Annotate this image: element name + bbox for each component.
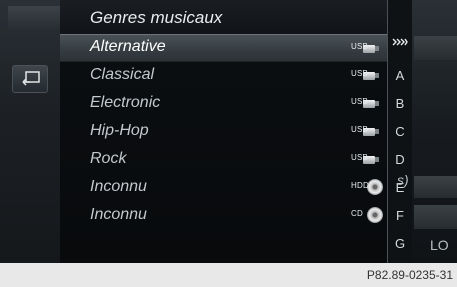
disc-source-icon: HDD [351,179,383,195]
genre-list-item[interactable]: Hip-Hop USB [60,118,387,146]
disc-icon [367,179,383,195]
genre-label: Inconnu [90,178,147,195]
genre-label: Inconnu [90,206,147,223]
background-tile [414,176,457,198]
alphabet-index: ABCDEFG [388,0,412,263]
alphabet-letter[interactable]: B [388,96,412,111]
genre-list-item[interactable]: Inconnu CD [60,202,387,230]
genre-label: Classical [90,66,155,83]
alphabet-letter[interactable]: D [388,152,412,167]
usb-source-icon: USB [351,41,381,55]
source-label: HDD [351,181,369,190]
source-label: USB [351,97,369,106]
head-unit-screen: Genres musicaux Alternative USB Classical U… [0,0,457,263]
disc-source-icon: CD [351,207,383,223]
genre-label: Alternative [90,38,166,55]
genre-label: Rock [90,150,127,167]
lo-label: LO [430,237,449,253]
back-button[interactable] [12,65,48,93]
source-label: USB [351,153,369,162]
usb-source-icon: USB [351,96,381,110]
source-label: CD [351,209,363,218]
left-pane [0,0,60,263]
background-partial-text: s) [397,172,409,188]
background-tile [414,205,457,229]
back-arrow-icon [22,71,40,86]
alphabet-letter[interactable]: G [388,236,412,251]
reference-code: P82.89-0235-31 [366,268,453,282]
genre-list-panel: Genres musicaux Alternative USB Classical U… [60,0,388,263]
source-label: USB [351,69,369,78]
source-label: USB [351,42,369,51]
quick-scroll-arrows-icon[interactable] [392,37,408,47]
alphabet-letter[interactable]: C [388,124,412,139]
background-tile [414,36,457,60]
genre-list-item[interactable]: Electronic USB [60,90,387,118]
usb-plug-icon [375,73,379,78]
disc-icon [367,207,383,223]
usb-plug-icon [375,129,379,134]
alphabet-letter[interactable]: A [388,68,412,83]
list-header: Genres musicaux [60,0,387,34]
usb-source-icon: USB [351,124,381,138]
source-label: USB [351,125,369,134]
genre-list-item[interactable]: Inconnu HDD [60,174,387,202]
figure-footer: P82.89-0235-31 [0,263,457,287]
genre-label: Hip-Hop [90,122,149,139]
genre-list-item[interactable]: Rock USB [60,146,387,174]
genre-label: Electronic [90,94,161,111]
list-title: Genres musicaux [90,8,223,27]
usb-source-icon: USB [351,68,381,82]
genre-list-item[interactable]: Classical USB [60,62,387,90]
usb-plug-icon [375,46,379,51]
background-menu-panel [412,0,457,263]
genre-list-item[interactable]: Alternative USB [60,34,387,62]
usb-plug-icon [375,157,379,162]
left-pane-header [8,6,60,32]
usb-source-icon: USB [351,152,381,166]
alphabet-letter[interactable]: F [388,208,412,223]
usb-plug-icon [375,101,379,106]
